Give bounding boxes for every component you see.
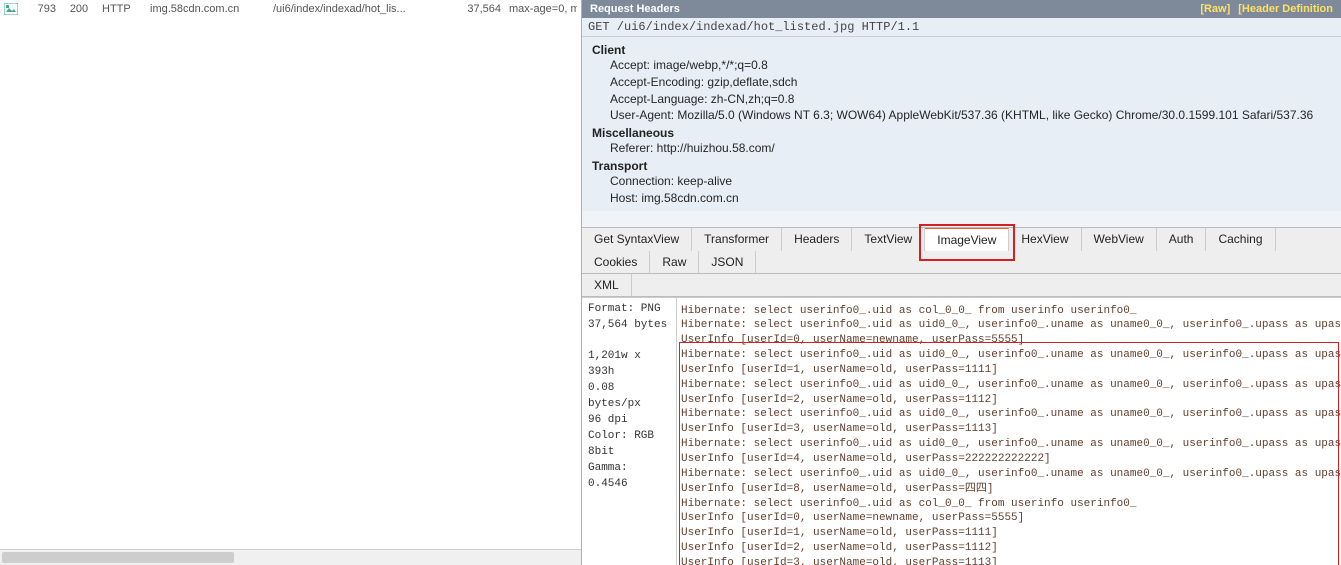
horizontal-scrollbar[interactable]: [0, 549, 581, 565]
session-row[interactable]: 793 200 HTTP img.58cdn.com.cn /ui6/index…: [0, 0, 581, 18]
raw-link[interactable]: [Raw]: [1200, 3, 1230, 15]
inspector-panel: Request Headers [Raw] [Header Definition…: [582, 0, 1341, 565]
image-preview-console: Hibernate: select userinfo0_.uid as col_…: [677, 298, 1341, 565]
console-line: Hibernate: select userinfo0_.uid as col_…: [681, 304, 1337, 319]
console-line: Hibernate: select userinfo0_.uid as col_…: [681, 497, 1337, 512]
imageview-content: Format: PNG 37,564 bytes 1,201w x 393h 0…: [582, 297, 1341, 565]
console-line: Hibernate: select userinfo0_.uid as uid0…: [681, 437, 1337, 452]
request-headers-title: Request Headers: [590, 3, 680, 15]
tab-raw[interactable]: Raw: [650, 251, 699, 273]
host-header: Host: img.58cdn.com.cn: [592, 190, 1331, 207]
client-group-title: Client: [592, 43, 1331, 57]
console-line: UserInfo [userId=1, userName=old, userPa…: [681, 526, 1337, 541]
session-cache: max-age=0, must-r: [509, 3, 577, 15]
meta-dims: 1,201w x 393h: [588, 349, 670, 381]
console-line: UserInfo [userId=4, userName=old, userPa…: [681, 452, 1337, 467]
console-line: Hibernate: select userinfo0_.uid as uid0…: [681, 348, 1337, 363]
tab-json[interactable]: JSON: [699, 251, 756, 273]
session-status: 200: [64, 3, 94, 15]
accept-encoding-header: Accept-Encoding: gzip,deflate,sdch: [592, 74, 1331, 91]
meta-bpp: 0.08 bytes/px: [588, 381, 670, 413]
tab-transformer[interactable]: Transformer: [692, 228, 782, 251]
tab-caching[interactable]: Caching: [1206, 228, 1275, 251]
user-agent-header: User-Agent: Mozilla/5.0 (Windows NT 6.3;…: [592, 107, 1331, 124]
tab-auth[interactable]: Auth: [1157, 228, 1207, 251]
transport-group-title: Transport: [592, 159, 1331, 173]
console-line: UserInfo [userId=2, userName=old, userPa…: [681, 393, 1337, 408]
connection-header: Connection: keep-alive: [592, 173, 1331, 190]
tab-textview[interactable]: TextView: [852, 228, 925, 251]
meta-color: Color: RGB 8bit: [588, 429, 670, 461]
console-line: UserInfo [userId=0, userName=newname, us…: [681, 333, 1337, 348]
console-line: UserInfo [userId=8, userName=old, userPa…: [681, 482, 1337, 497]
accept-header: Accept: image/webp,*/*;q=0.8: [592, 57, 1331, 74]
meta-dpi: 96 dpi: [588, 413, 670, 429]
console-line: Hibernate: select userinfo0_.uid as uid0…: [681, 407, 1337, 422]
image-meta-panel: Format: PNG 37,564 bytes 1,201w x 393h 0…: [582, 298, 677, 565]
console-line: Hibernate: select userinfo0_.uid as uid0…: [681, 378, 1337, 393]
console-line: Hibernate: select userinfo0_.uid as uid0…: [681, 318, 1337, 333]
console-line: UserInfo [userId=0, userName=newname, us…: [681, 511, 1337, 526]
sessions-panel: 793 200 HTTP img.58cdn.com.cn /ui6/index…: [0, 0, 582, 565]
console-line: UserInfo [userId=3, userName=old, userPa…: [681, 422, 1337, 437]
request-raw-line: GET /ui6/index/indexad/hot_listed.jpg HT…: [582, 18, 1341, 37]
header-definitions-link[interactable]: [Header Definition: [1238, 3, 1333, 15]
accept-language-header: Accept-Language: zh-CN,zh;q=0.8: [592, 91, 1331, 108]
tab-webview[interactable]: WebView: [1082, 228, 1157, 251]
misc-group-title: Miscellaneous: [592, 126, 1331, 140]
console-line: UserInfo [userId=1, userName=old, userPa…: [681, 363, 1337, 378]
session-protocol: HTTP: [102, 3, 142, 15]
console-line: Hibernate: select userinfo0_.uid as uid0…: [681, 467, 1337, 482]
scrollbar-thumb[interactable]: [2, 552, 234, 563]
response-tabs-row2: XML: [582, 274, 1341, 297]
request-headers-bar: Request Headers [Raw] [Header Definition: [582, 0, 1341, 18]
tab-hexview[interactable]: HexView: [1009, 228, 1081, 251]
meta-bytes: 37,564 bytes: [588, 318, 670, 334]
meta-format: Format: PNG: [588, 302, 670, 318]
console-line: UserInfo [userId=3, userName=old, userPa…: [681, 556, 1337, 565]
headers-block: Client Accept: image/webp,*/*;q=0.8 Acce…: [582, 37, 1341, 211]
image-file-icon: [4, 2, 18, 16]
meta-blank: [588, 333, 670, 349]
referer-header: Referer: http://huizhou.58.com/: [592, 140, 1331, 157]
tab-xml[interactable]: XML: [582, 274, 632, 296]
tab-syntaxview[interactable]: Get SyntaxView: [582, 228, 692, 251]
session-url: /ui6/index/indexad/hot_lis...: [273, 3, 448, 15]
meta-gamma: Gamma: 0.4546: [588, 461, 670, 493]
session-id: 793: [26, 3, 56, 15]
response-tabs-wrap: Get SyntaxView Transformer Headers TextV…: [582, 227, 1341, 297]
session-host: img.58cdn.com.cn: [150, 3, 265, 15]
session-size: 37,564: [456, 3, 501, 15]
console-line: UserInfo [userId=2, userName=old, userPa…: [681, 541, 1337, 556]
tab-imageview[interactable]: ImageView: [925, 228, 1009, 251]
tab-cookies[interactable]: Cookies: [582, 251, 650, 273]
response-tabs: Get SyntaxView Transformer Headers TextV…: [582, 227, 1341, 274]
tab-headers[interactable]: Headers: [782, 228, 852, 251]
